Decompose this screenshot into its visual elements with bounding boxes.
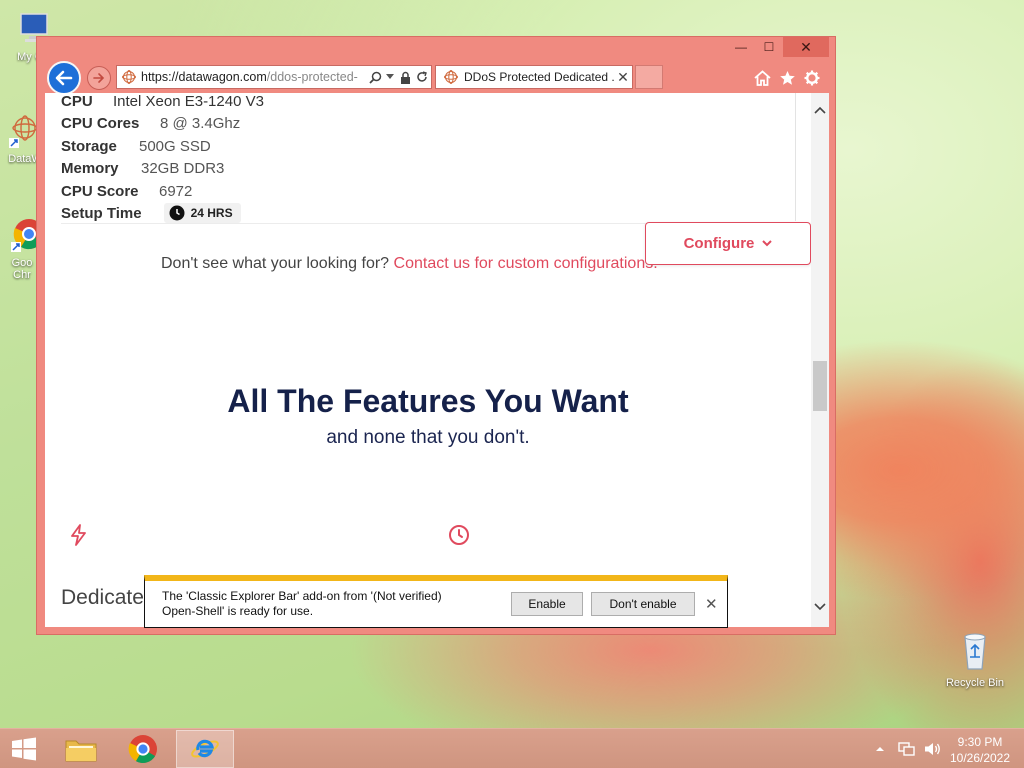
spec-value: Intel Xeon E3-1240 V3 [113,93,264,110]
lock-icon[interactable] [397,69,413,85]
dropdown-arrow-icon[interactable] [384,69,396,85]
vertical-scrollbar[interactable] [811,93,829,627]
spec-value: 500G SSD [139,138,211,155]
spec-row-cpu: CPU Intel Xeon E3-1240 V3 [61,93,264,110]
clock-icon [169,205,185,221]
system-tray [874,729,942,768]
clock-date: 10/26/2022 [949,751,1011,765]
dont-enable-button[interactable]: Don't enable [591,592,695,616]
network-icon[interactable] [898,741,916,757]
contact-us-link[interactable]: Contact us for custom configurations. [394,255,658,272]
spec-key: Storage [61,138,117,155]
setup-time-badge: 24 HRS [163,203,241,223]
favorites-button[interactable] [778,69,796,87]
chevron-up-icon [814,106,826,114]
navigation-bar: https://datawagon.com /ddos-protected- D… [37,61,835,95]
scroll-up-button[interactable] [811,101,829,119]
feature-card-clock [439,515,479,555]
spec-row-setup-time: Setup Time 24 HRS [61,203,241,223]
spec-row-storage: Storage 500G SSD [61,138,211,155]
clock-icon [449,525,469,545]
maximize-button[interactable]: ☐ [755,37,783,57]
spec-key: Setup Time [61,204,142,222]
chevron-down-icon [762,240,773,247]
spec-value: 32GB DDR3 [141,160,225,177]
custom-config-prompt: Don't see what your looking for? Contact… [161,255,658,273]
home-button[interactable] [753,69,771,87]
site-favicon-icon [444,70,458,84]
tab-label: DDoS Protected Dedicated ... [464,70,614,84]
configure-button[interactable]: Configure [645,222,811,265]
home-icon [753,70,771,86]
new-tab-button[interactable] [635,65,663,89]
folder-icon [65,740,97,762]
taskbar-file-explorer[interactable] [52,730,110,768]
tab-close-button[interactable]: ✕ [614,69,632,86]
url-domain: https://datawagon.com [141,70,267,84]
title-bar[interactable]: — ☐ ✕ [37,37,835,57]
search-icon[interactable] [367,69,383,85]
dedicated-heading: Dedicate [61,586,144,609]
show-hidden-icons-icon[interactable] [874,744,886,754]
addon-notification-bar: The 'Classic Explorer Bar' add-on from '… [144,575,728,628]
close-button[interactable]: ✕ [783,37,829,57]
taskbar: 9:30 PM 10/26/2022 [0,728,1024,768]
internet-explorer-icon [191,739,219,758]
spec-row-cpu-cores: CPU Cores 8 @ 3.4Ghz [61,115,240,132]
google-chrome-icon [128,735,157,764]
scrollbar-thumb[interactable] [813,361,827,411]
start-button[interactable] [0,730,48,768]
features-subtitle: and none that you don't. [326,427,530,448]
address-bar[interactable]: https://datawagon.com /ddos-protected- [116,65,432,89]
settings-button[interactable] [803,69,821,87]
spec-value: 8 @ 3.4Ghz [160,115,241,132]
back-button[interactable] [47,61,81,95]
lightning-icon [71,524,86,546]
notification-message-line: The 'Classic Explorer Bar' add-on from '… [162,589,442,603]
enable-button[interactable]: Enable [511,592,583,616]
forward-button[interactable] [87,66,111,90]
desktop-icon-label: Recycle Bin [945,677,1005,689]
spec-row-cpu-score: CPU Score 6972 [61,183,192,200]
notification-message: The 'Classic Explorer Bar' add-on from '… [162,589,482,619]
gear-icon [804,70,820,86]
recycle-bin-icon [964,633,986,670]
desktop-icon-recycle-bin[interactable]: Recycle Bin [940,630,1010,689]
tab-ddos-protected[interactable]: DDoS Protected Dedicated ... ✕ [435,65,633,89]
chevron-down-icon [814,603,826,611]
arrow-right-icon [93,73,105,83]
refresh-icon[interactable] [414,69,430,85]
page-content: CPU Intel Xeon E3-1240 V3 CPU Cores 8 @ … [45,93,819,627]
scroll-down-button[interactable] [811,598,829,616]
arrow-left-icon [55,70,73,86]
url-path: /ddos-protected- [266,70,358,84]
minimize-button[interactable]: — [727,37,755,57]
clock-time: 9:30 PM [957,735,1003,749]
spec-value: 6972 [159,183,193,200]
taskbar-clock[interactable]: 9:30 PM 10/26/2022 [940,734,1020,766]
star-icon [779,71,795,85]
spec-key: CPU [61,93,93,110]
notification-message-line: Open-Shell' is ready for use. [162,604,314,618]
site-favicon-icon [122,70,136,84]
spec-key: CPU Score [61,183,139,200]
notification-close-button[interactable]: ✕ [705,595,718,613]
spec-row-memory: Memory 32GB DDR3 [61,160,224,177]
features-title: All The Features You Want [227,383,629,419]
browser-window: — ☐ ✕ https://datawagon.com /ddos-protec… [36,36,836,635]
card-divider [795,93,796,221]
windows-logo-icon [12,737,36,761]
taskbar-chrome[interactable] [114,730,172,768]
spec-key: CPU Cores [61,115,140,132]
feature-card-lightning [59,515,99,555]
spec-key: Memory [61,160,119,177]
configure-label: Configure [683,235,755,252]
prompt-text: Don't see what your looking for? [161,255,390,272]
taskbar-internet-explorer[interactable] [176,730,234,768]
setup-time-value: 24 HRS [190,206,233,220]
